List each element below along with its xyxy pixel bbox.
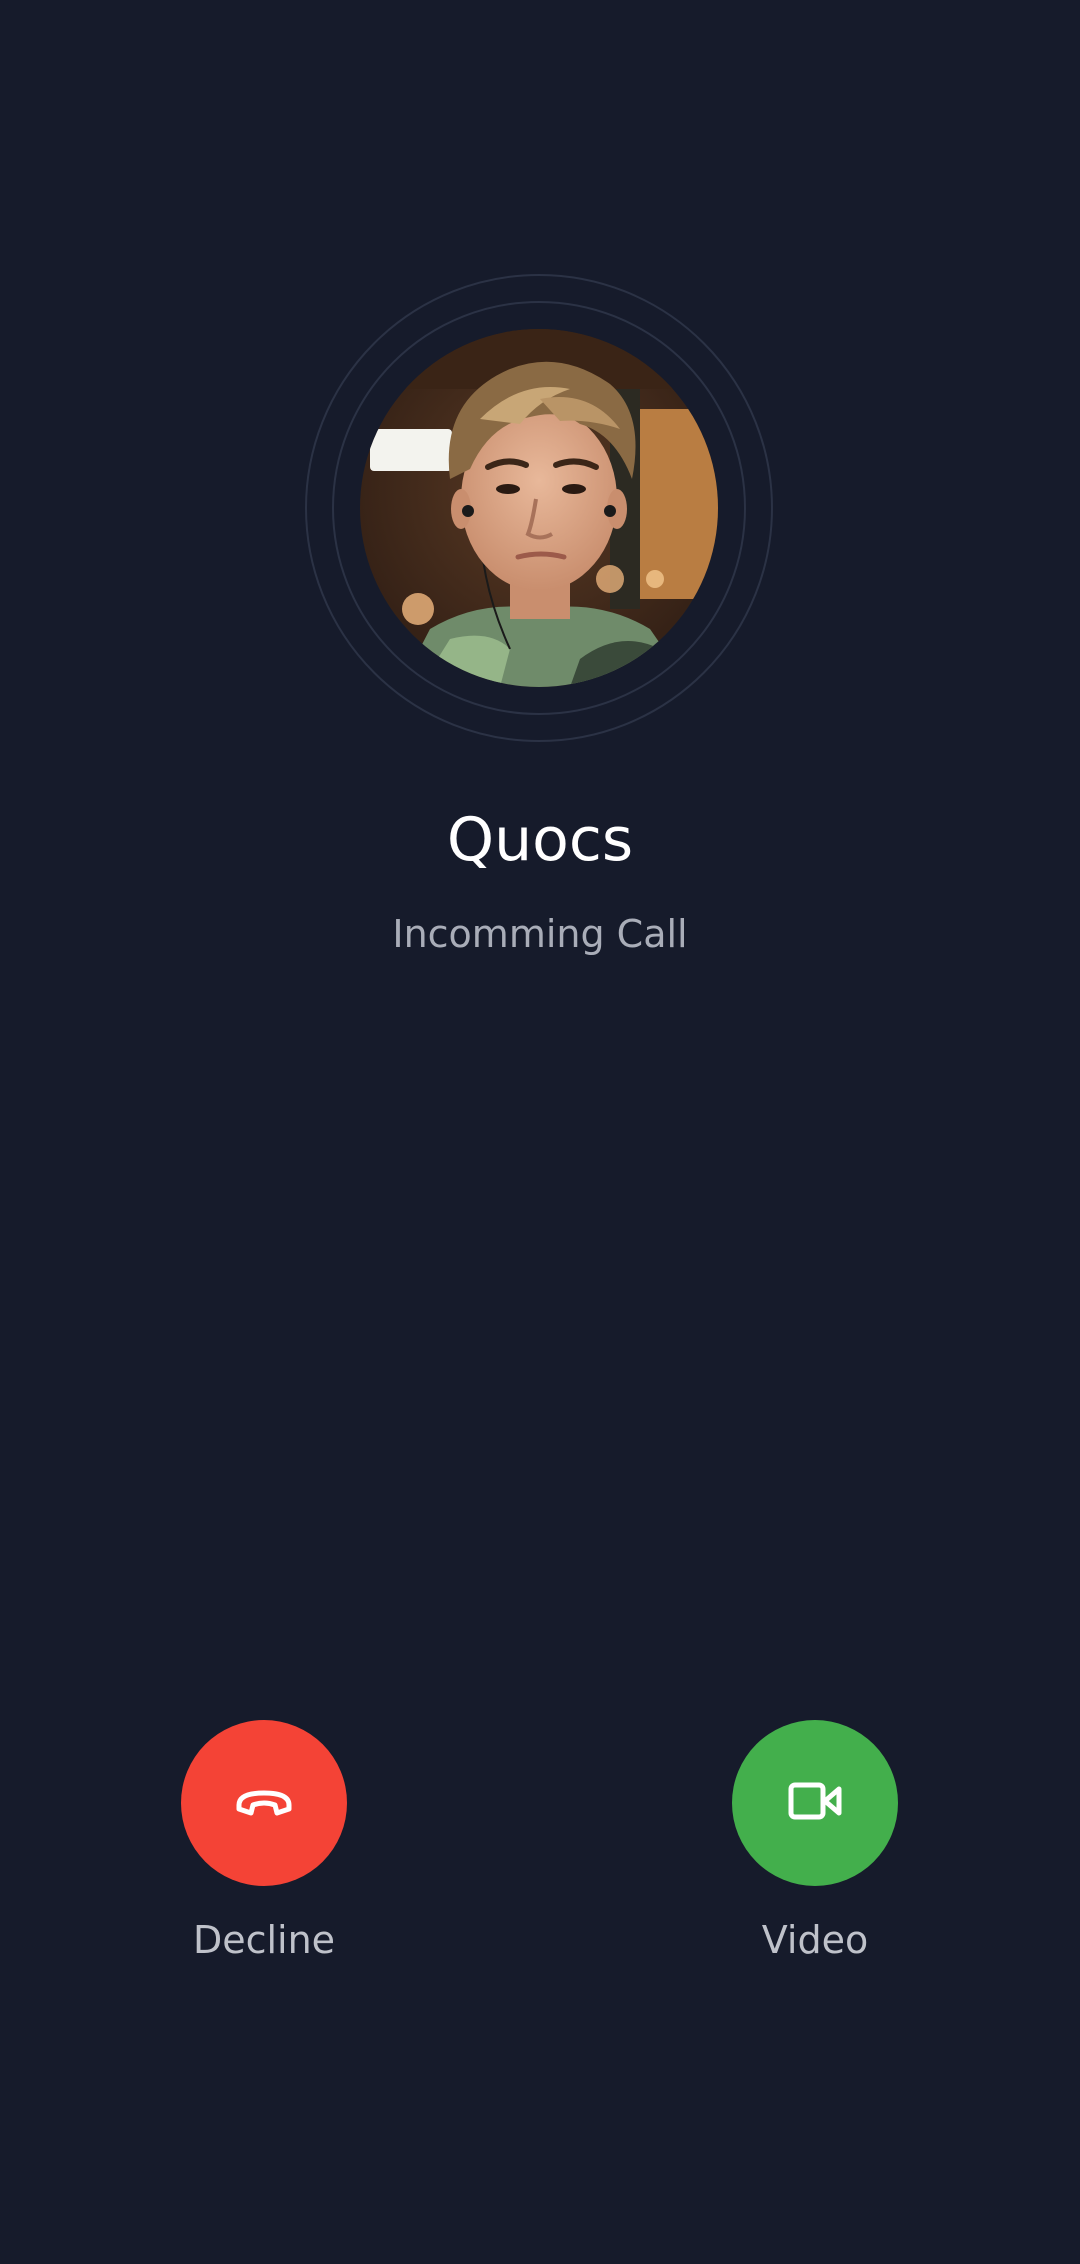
decline-label: Decline [192,1918,336,1962]
video-camera-icon [787,1779,843,1827]
caller-name: Quocs [446,805,634,875]
phone-hangup-icon [233,1783,295,1823]
video-call-button[interactable] [732,1720,898,1886]
caller-avatar [360,329,718,687]
call-status: Incomming Call [392,912,688,956]
video-label: Video [761,1918,869,1962]
incoming-call-screen: Quocs Incomming Call Decline Video [0,0,1080,2264]
decline-button[interactable] [181,1720,347,1886]
